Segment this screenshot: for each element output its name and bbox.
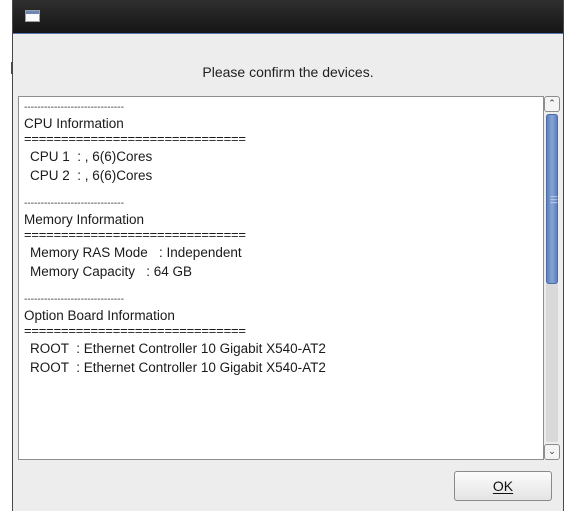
background-desktop [0,0,12,511]
option-board-item: ROOT : Ethernet Controller 10 Gigabit X5… [30,341,326,356]
separator-line: ------------------------------ [24,294,124,305]
scrollbar-thumb[interactable]: — — — [546,114,558,284]
option-board-item: ROOT : Ethernet Controller 10 Gigabit X5… [30,360,326,375]
chevron-down-icon[interactable]: ⌄ [544,444,560,460]
title-bar-accent [13,33,563,34]
cpu-item: CPU 2 : , 6(6)Cores [30,168,153,183]
ok-button-label: OK [492,478,514,494]
device-info-content: ------------------------------ CPU Infor… [24,103,543,377]
confirm-devices-dialog: Please confirm the devices. ------------… [12,0,564,511]
separator-line: ============================== [24,131,246,146]
chevron-up-icon[interactable]: ⌃ [544,96,560,112]
ok-button[interactable]: OK [454,471,552,501]
title-bar[interactable] [13,0,563,34]
separator-line: ------------------------------ [24,198,124,209]
scrollbar-track[interactable]: — — — [546,114,558,442]
dialog-heading: Please confirm the devices. [202,64,374,80]
separator-line: ============================== [24,227,246,242]
grip-icon: — — — [550,192,558,207]
separator-line: ------------------------------ [24,102,124,113]
cpu-item: CPU 1 : , 6(6)Cores [30,149,153,164]
window-icon[interactable] [25,10,40,22]
device-info-textarea[interactable]: ------------------------------ CPU Infor… [18,96,544,460]
memory-item: Memory RAS Mode : Independent [30,245,242,260]
memory-item: Memory Capacity : 64 GB [30,264,193,279]
separator-line: ============================== [24,323,246,338]
vertical-scrollbar[interactable]: ⌃ — — — ⌄ [544,96,560,460]
